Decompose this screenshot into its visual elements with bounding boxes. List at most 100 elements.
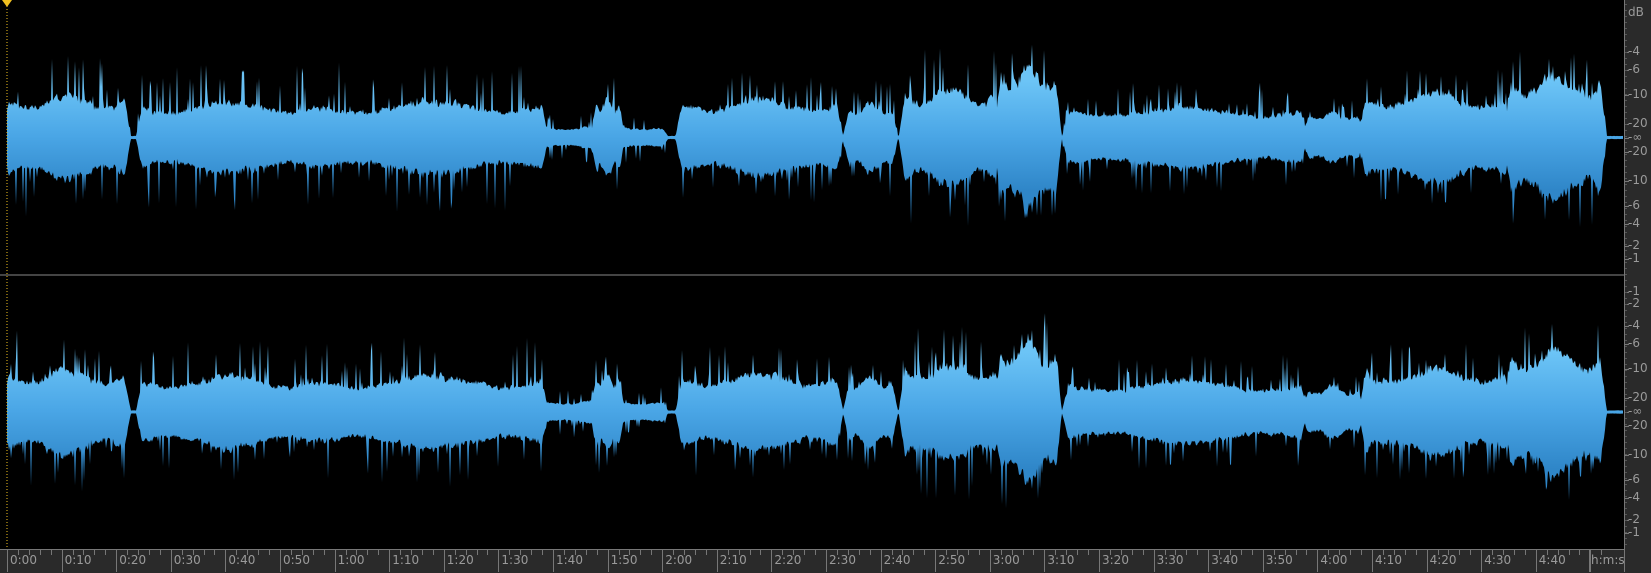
- ruler-label: 0:20: [119, 553, 147, 567]
- ruler-tick: [432, 550, 434, 555]
- ruler-tick: [1372, 550, 1373, 572]
- ruler-label: 2:10: [719, 553, 747, 567]
- ruler-label: 0:00: [10, 553, 37, 567]
- ruler-tick: [39, 550, 41, 555]
- db-label: -4: [1628, 216, 1640, 230]
- waveform-display[interactable]: [0, 0, 1624, 549]
- ruler-tick: [159, 550, 161, 555]
- db-label: -10: [1628, 87, 1648, 101]
- ruler-tick: [1361, 550, 1363, 555]
- ruler-tick: [1404, 550, 1406, 555]
- db-label: -20: [1628, 390, 1648, 404]
- ruler-tick: [989, 550, 991, 572]
- ruler-tick: [760, 550, 762, 555]
- ruler-tick: [7, 550, 8, 572]
- db-unit-label: dB: [1628, 5, 1644, 19]
- ruler-label: 0:30: [173, 553, 201, 567]
- ruler-tick: [1459, 550, 1461, 555]
- ruler-tick: [1568, 550, 1570, 555]
- ruler-tick: [1142, 550, 1144, 555]
- ruler-label: 4:30: [1484, 553, 1512, 567]
- waveform-svg: [0, 0, 1624, 549]
- ruler-tick: [1426, 550, 1428, 572]
- db-label: -6: [1628, 336, 1640, 350]
- ruler-tick: [105, 550, 107, 555]
- ruler-label: 3:20: [1102, 553, 1129, 567]
- ruler-tick: [1099, 550, 1100, 572]
- db-label: -10: [1628, 361, 1648, 375]
- ruler-tick: [1077, 550, 1079, 555]
- ruler-tick: [815, 550, 817, 555]
- db-scale: dB -4 -6 -10 -20 -∞ -20 -10 -6 -4 -2 -1 -1 -2 -4 -6 -10…: [1624, 0, 1651, 572]
- ruler-tick: [662, 550, 664, 572]
- ruler-tick: [858, 550, 860, 555]
- ruler-tick: [967, 550, 969, 555]
- db-label: -4: [1628, 490, 1640, 504]
- ruler-tick: [94, 550, 96, 555]
- ruler-label: 2:00: [665, 553, 693, 567]
- db-label: -∞: [1628, 130, 1643, 144]
- ruler-tick: [1590, 550, 1592, 572]
- playhead-marker-icon[interactable]: [2, 0, 12, 7]
- ruler-label: 2:50: [938, 553, 966, 567]
- ruler-label: 0:10: [64, 553, 92, 567]
- ruler-tick: [214, 550, 216, 555]
- ruler-tick: [203, 550, 205, 555]
- channel-1-waveform: [7, 44, 1623, 228]
- ruler-tick: [935, 550, 937, 572]
- ruler-tick: [651, 550, 653, 555]
- db-label: -20: [1628, 144, 1648, 158]
- ruler-tick: [705, 550, 707, 555]
- ruler-label: 3:40: [1211, 553, 1239, 567]
- ruler-label: 2:40: [883, 553, 911, 567]
- ruler-tick: [476, 550, 478, 555]
- ruler-label: 2:20: [774, 553, 802, 567]
- ruler-tick: [1601, 550, 1603, 555]
- ruler-tick: [443, 550, 445, 572]
- ruler-tick: [116, 550, 118, 572]
- ruler-tick: [542, 550, 544, 555]
- ruler-tick: [258, 550, 260, 555]
- ruler-tick: [1240, 550, 1242, 555]
- ruler-tick: [1186, 550, 1188, 555]
- ruler-tick: [61, 550, 63, 572]
- ruler-tick: [607, 550, 609, 572]
- db-label: -4: [1628, 44, 1640, 58]
- ruler-tick: [553, 550, 554, 572]
- ruler-tick: [1524, 550, 1526, 555]
- ruler-label: 4:20: [1429, 553, 1457, 567]
- db-label: -2: [1628, 238, 1640, 252]
- ruler-tick: [1317, 550, 1319, 572]
- time-unit-label: h:m:s: [1591, 553, 1625, 567]
- ruler-tick: [1033, 550, 1035, 555]
- ruler-tick: [498, 550, 500, 572]
- ruler-tick: [716, 550, 718, 572]
- ruler-tick: [640, 550, 642, 555]
- ruler-tick: [1251, 550, 1253, 555]
- ruler-tick: [596, 550, 598, 555]
- ruler-label: 1:20: [446, 553, 474, 567]
- ruler-tick: [269, 550, 271, 555]
- db-label: -10: [1628, 447, 1648, 461]
- ruler-label: 1:40: [556, 553, 583, 567]
- ruler-tick: [378, 550, 380, 555]
- ruler-tick: [826, 550, 827, 572]
- db-label: -2: [1628, 296, 1640, 310]
- ruler-tick: [1208, 550, 1210, 572]
- ruler-tick: [487, 550, 489, 555]
- ruler-label: 3:10: [1047, 553, 1075, 567]
- db-label: -2: [1628, 512, 1640, 526]
- time-ruler[interactable]: h:m:s 0:00 0:10 0:20 0:30 0:40 0:50 1:00 1:10 1:…: [0, 549, 1625, 573]
- ruler-tick: [924, 550, 926, 555]
- ruler-label: 3:30: [1156, 553, 1184, 567]
- db-label: -4: [1628, 318, 1640, 332]
- ruler-tick: [389, 550, 391, 572]
- ruler-label: 0:50: [283, 553, 310, 567]
- ruler-label: 1:10: [392, 553, 420, 567]
- ruler-tick: [323, 550, 325, 555]
- ruler-tick: [1044, 550, 1046, 572]
- ruler-tick: [1295, 550, 1297, 555]
- ruler-label: 3:50: [1265, 553, 1293, 567]
- db-label: -10: [1628, 173, 1648, 187]
- ruler-label: 1:50: [610, 553, 638, 567]
